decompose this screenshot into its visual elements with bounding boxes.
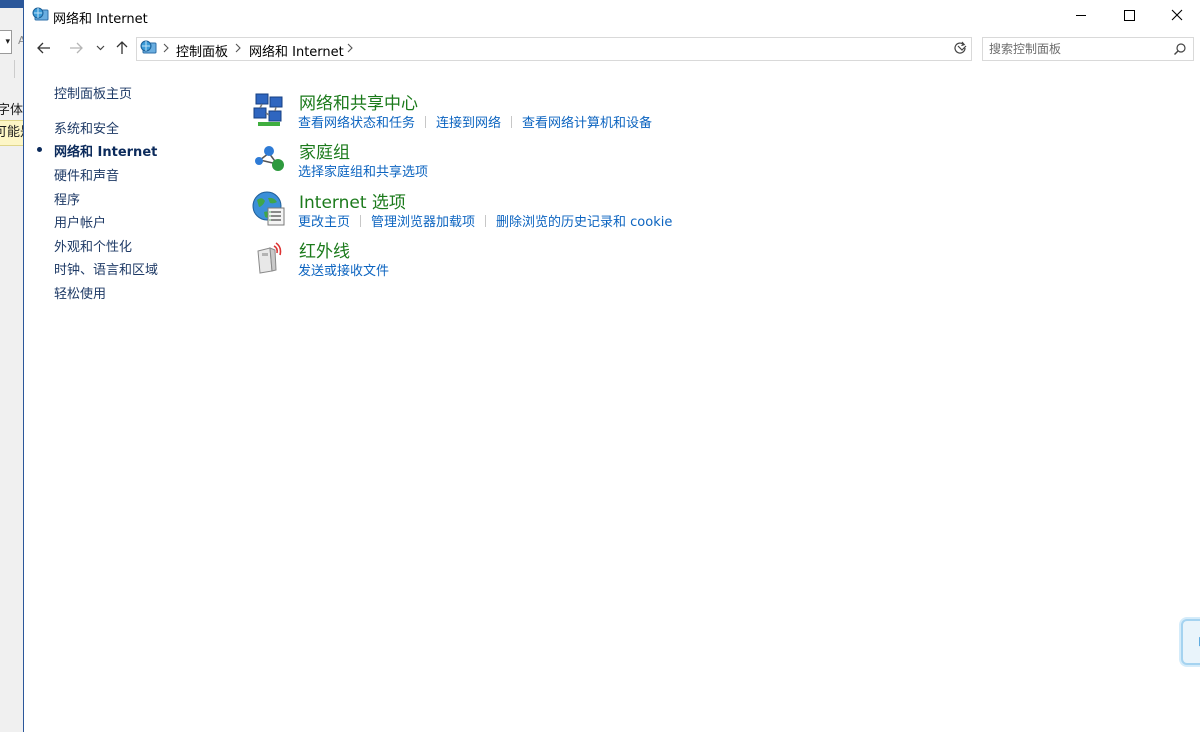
arrow-left-icon — [37, 42, 50, 54]
sidebar-item-ease-of-access[interactable]: 轻松使用 — [54, 283, 106, 302]
category-links: 选择家庭组和共享选项 — [298, 161, 428, 180]
link-view-network-devices[interactable]: 查看网络计算机和设备 — [522, 116, 652, 131]
sidebar-item-user-accounts[interactable]: 用户帐户 — [54, 212, 106, 231]
close-button[interactable] — [1154, 0, 1200, 30]
link-divider — [360, 215, 362, 227]
sidebar-item-programs[interactable]: 程序 — [54, 189, 80, 208]
link-manage-addons[interactable]: 管理浏览器加载项 — [371, 215, 475, 230]
link-send-receive-files[interactable]: 发送或接收文件 — [298, 264, 389, 279]
link-homegroup-options[interactable]: 选择家庭组和共享选项 — [298, 165, 428, 180]
background-tooltip: 可能是 — [0, 120, 23, 146]
background-dropdown[interactable]: ▾ — [0, 30, 12, 54]
link-connect-network[interactable]: 连接到网络 — [436, 116, 501, 131]
close-icon — [1171, 9, 1183, 21]
category-title-infrared[interactable]: 红外线 — [299, 237, 350, 262]
maximize-icon — [1123, 9, 1135, 21]
network-globe-icon — [32, 7, 49, 21]
link-divider — [425, 116, 427, 128]
category-title-network-sharing[interactable]: 网络和共享中心 — [299, 89, 418, 114]
link-divider — [485, 215, 487, 227]
window-title: 网络和 Internet — [53, 12, 148, 27]
arrow-right-icon — [70, 42, 83, 54]
network-globe-icon — [140, 40, 157, 54]
link-delete-history[interactable]: 删除浏览的历史记录和 cookie — [496, 215, 672, 230]
current-page-bullet — [37, 147, 42, 152]
sidebar-item-clock-region[interactable]: 时钟、语言和区域 — [54, 259, 158, 278]
category-links: 查看网络状态和任务 连接到网络 查看网络计算机和设备 — [298, 112, 652, 131]
chevron-down-icon — [96, 45, 104, 51]
internet-options-icon[interactable] — [250, 190, 288, 228]
sidebar-item-system-security[interactable]: 系统和安全 — [54, 118, 119, 137]
sidebar-item-home[interactable]: 控制面板主页 — [54, 83, 132, 102]
category-title-homegroup[interactable]: 家庭组 — [299, 138, 350, 163]
breadcrumb-separator-icon[interactable] — [234, 41, 242, 55]
background-window-titlebar — [0, 0, 23, 8]
forward-button[interactable] — [64, 36, 88, 60]
infrared-icon[interactable] — [250, 239, 288, 277]
search-input[interactable] — [989, 40, 1165, 57]
maximize-button[interactable] — [1106, 0, 1152, 30]
category-links: 更改主页 管理浏览器加载项 删除浏览的历史记录和 cookie — [298, 211, 672, 230]
link-divider — [511, 116, 513, 128]
minimize-button[interactable] — [1058, 0, 1104, 30]
background-window: ▾ A 字体 可能是 — [0, 0, 24, 732]
category-links: 发送或接收文件 — [298, 260, 389, 279]
sidebar-item-hardware-sound[interactable]: 硬件和声音 — [54, 165, 119, 184]
minimize-icon — [1076, 14, 1086, 16]
title-bar: 网络和 Internet — [24, 0, 1200, 32]
ime-toolbar[interactable]: 中 ° — [1181, 619, 1200, 665]
homegroup-icon[interactable] — [250, 140, 288, 178]
control-panel-window: 网络和 Internet 控制面板 网络和 Internet 搜索控制面板 控制… — [24, 0, 1200, 732]
breadcrumb-separator-icon[interactable] — [162, 41, 170, 55]
background-divider — [14, 60, 15, 78]
refresh-icon[interactable] — [952, 40, 968, 56]
breadcrumb-separator-icon[interactable] — [346, 41, 354, 55]
category-title-internet-options[interactable]: Internet 选项 — [299, 188, 406, 213]
background-text-font: 字体 — [0, 103, 24, 118]
navigation-bar: 控制面板 网络和 Internet — [24, 36, 1200, 62]
network-sharing-icon[interactable] — [250, 91, 288, 129]
link-change-home-page[interactable]: 更改主页 — [298, 215, 350, 230]
up-button[interactable] — [111, 36, 133, 60]
back-button[interactable] — [32, 36, 56, 60]
breadcrumb-control-panel[interactable]: 控制面板 — [176, 41, 228, 60]
link-view-network-status[interactable]: 查看网络状态和任务 — [298, 116, 415, 131]
breadcrumb-network-internet[interactable]: 网络和 Internet — [249, 41, 344, 60]
arrow-up-icon — [116, 41, 128, 54]
recent-locations-button[interactable] — [92, 36, 108, 60]
sidebar-item-network-internet[interactable]: 网络和 Internet — [54, 141, 157, 160]
search-box[interactable] — [982, 37, 1194, 61]
search-icon[interactable] — [1173, 42, 1187, 56]
address-bar[interactable]: 控制面板 网络和 Internet — [136, 37, 972, 61]
sidebar-item-appearance[interactable]: 外观和个性化 — [54, 236, 132, 255]
